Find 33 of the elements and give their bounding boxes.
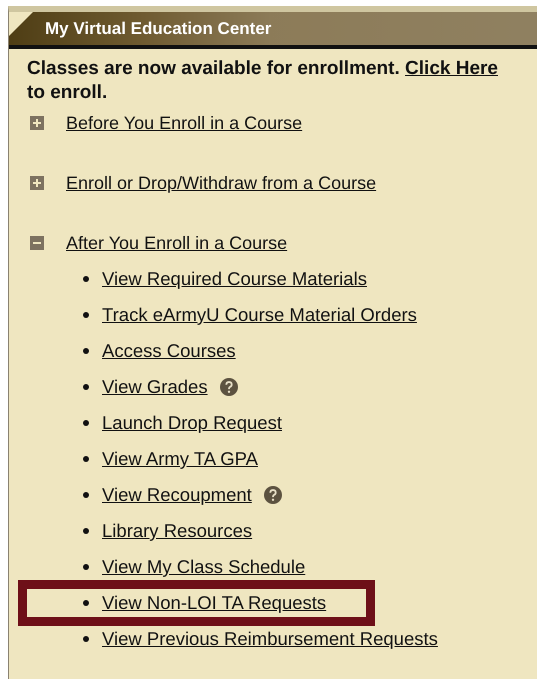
- section-link[interactable]: Enroll or Drop/Withdraw from a Course: [66, 172, 376, 194]
- bullet-icon: [83, 348, 89, 354]
- panel-title: My Virtual Education Center: [45, 18, 272, 38]
- menu-link[interactable]: Access Courses: [102, 340, 236, 362]
- bullet-icon: [83, 456, 89, 462]
- bullet-icon: [83, 564, 89, 570]
- bullet-icon: [83, 384, 89, 390]
- menu-link[interactable]: View My Class Schedule: [102, 556, 306, 578]
- help-icon[interactable]: [264, 486, 282, 504]
- menu-link[interactable]: View Recoupment: [102, 484, 252, 506]
- menu-link[interactable]: View Required Course Materials: [102, 268, 367, 290]
- bullet-icon: [83, 276, 89, 282]
- expand-icon[interactable]: [30, 116, 44, 130]
- expand-icon[interactable]: [30, 176, 44, 190]
- menu-link[interactable]: View Army TA GPA: [102, 448, 258, 470]
- help-icon[interactable]: [220, 378, 238, 396]
- menu-link[interactable]: View Non-LOI TA Requests: [102, 592, 326, 614]
- menu-link[interactable]: View Previous Reimbursement Requests: [102, 628, 438, 650]
- bullet-icon: [83, 492, 89, 498]
- bullet-icon: [83, 312, 89, 318]
- section-link[interactable]: After You Enroll in a Course: [66, 232, 288, 254]
- enrollment-notice: Classes are now available for enrollment. Click Here to enroll.: [27, 57, 499, 105]
- bullet-icon: [83, 600, 89, 606]
- menu-link[interactable]: View Grades: [102, 376, 208, 398]
- bullet-icon: [83, 420, 89, 426]
- menu-link[interactable]: Launch Drop Request: [102, 412, 282, 434]
- collapse-icon[interactable]: [30, 236, 44, 250]
- bullet-icon: [83, 636, 89, 642]
- menu-link[interactable]: Library Resources: [102, 520, 252, 542]
- click-here-link[interactable]: Click Here: [405, 58, 498, 79]
- bullet-icon: [83, 528, 89, 534]
- section-link[interactable]: Before You Enroll in a Course: [66, 112, 302, 134]
- menu-link[interactable]: Track eArmyU Course Material Orders: [102, 304, 417, 326]
